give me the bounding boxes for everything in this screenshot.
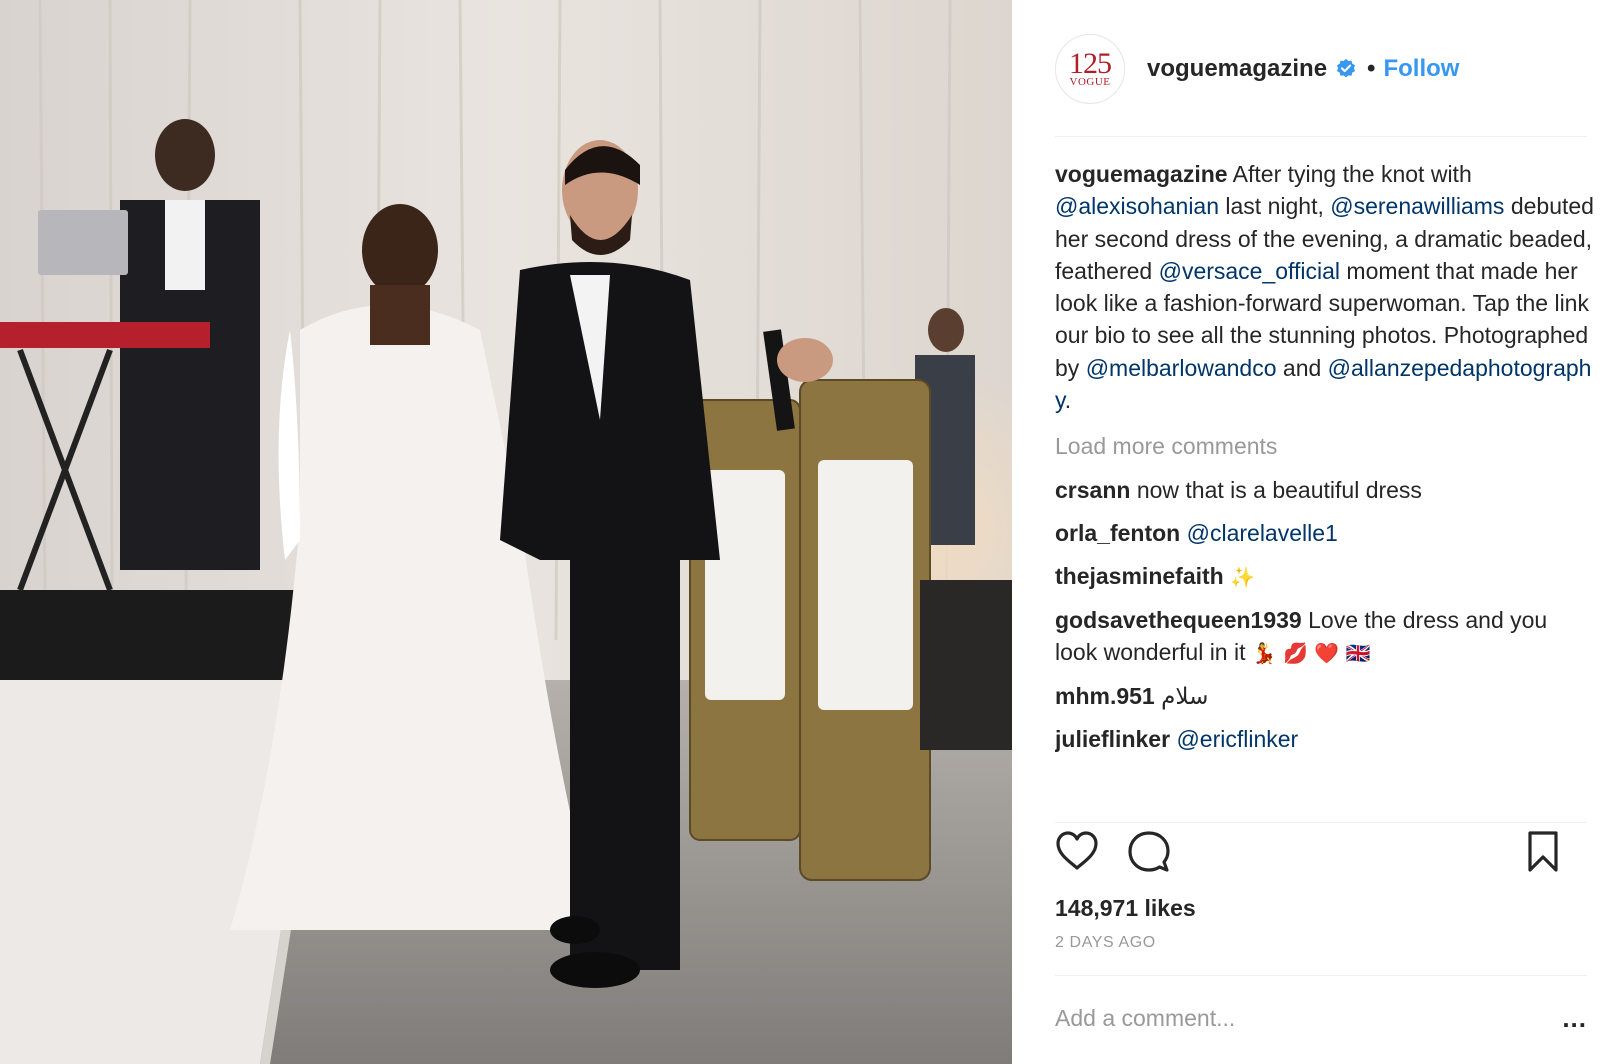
add-comment-bar: ... bbox=[1055, 992, 1587, 1044]
comment: mhm.951 سلام bbox=[1055, 680, 1595, 712]
more-options-button[interactable]: ... bbox=[1562, 1005, 1587, 1031]
action-bar bbox=[1055, 830, 1600, 876]
comment: orla_fenton @clarelavelle1 bbox=[1055, 517, 1595, 549]
load-more-comments-button[interactable]: Load more comments bbox=[1055, 430, 1595, 462]
comment-username[interactable]: crsann bbox=[1055, 477, 1130, 503]
comment-username[interactable]: orla_fenton bbox=[1055, 520, 1180, 546]
caption-text: and bbox=[1276, 354, 1328, 381]
caption-text: . bbox=[1064, 387, 1072, 414]
mention-link[interactable]: @ericflinker bbox=[1176, 726, 1298, 752]
comment-text: now that is a beautiful dress bbox=[1136, 477, 1422, 504]
post-sidebar: 125 VOGUE voguemagazine • Follow voguema… bbox=[1012, 0, 1600, 1064]
verified-badge-icon bbox=[1337, 58, 1356, 78]
mention-link[interactable]: @clarelavelle1 bbox=[1187, 520, 1338, 546]
add-comment-input[interactable] bbox=[1055, 1004, 1515, 1032]
header-separator: • bbox=[1367, 55, 1376, 82]
header-username[interactable]: voguemagazine bbox=[1147, 55, 1327, 83]
avatar[interactable]: 125 VOGUE bbox=[1055, 34, 1125, 104]
comments-section[interactable]: voguemagazine After tying the knot with … bbox=[1055, 158, 1595, 818]
wedding-photo-illustration bbox=[0, 0, 1012, 1064]
like-count[interactable]: 148,971 likes bbox=[1055, 895, 1196, 922]
mention-link[interactable]: @serenawilliams bbox=[1330, 193, 1504, 219]
mention-link[interactable]: @alexisohanian bbox=[1055, 193, 1219, 219]
mention-link[interactable]: @versace_official bbox=[1159, 258, 1340, 284]
heart-icon[interactable] bbox=[1055, 830, 1099, 872]
comment-username[interactable]: thejasminefaith bbox=[1055, 563, 1224, 589]
header-divider bbox=[1055, 136, 1587, 137]
avatar-number: 125 bbox=[1069, 46, 1112, 80]
comment-bubble-icon[interactable] bbox=[1127, 830, 1171, 874]
post-header: 125 VOGUE voguemagazine • Follow bbox=[1055, 34, 1595, 104]
post-timestamp[interactable]: 2 DAYS AGO bbox=[1055, 934, 1156, 952]
caption-text: last night, bbox=[1219, 193, 1331, 220]
mention-link[interactable]: @melbarlowandco bbox=[1086, 355, 1277, 381]
post-photo[interactable] bbox=[0, 0, 1012, 1064]
comment-text: سلام bbox=[1161, 683, 1209, 710]
follow-button[interactable]: Follow bbox=[1383, 55, 1459, 83]
post-caption: voguemagazine After tying the knot with … bbox=[1055, 158, 1595, 416]
comment-username[interactable]: godsavethequeen1939 bbox=[1055, 607, 1302, 633]
actions-divider bbox=[1055, 822, 1587, 823]
avatar-brand: VOGUE bbox=[1069, 75, 1111, 88]
comment: godsavethequeen1939 Love the dress and y… bbox=[1055, 604, 1595, 669]
comment-username[interactable]: mhm.951 bbox=[1055, 683, 1155, 709]
bookmark-icon[interactable] bbox=[1525, 830, 1561, 874]
comment: crsann now that is a beautiful dress bbox=[1055, 474, 1595, 506]
comment-emojis: 💃 💋 ❤️ 🇬🇧 bbox=[1251, 641, 1371, 666]
comment-input-divider bbox=[1055, 975, 1587, 976]
comment: julieflinker @ericflinker bbox=[1055, 723, 1595, 755]
comment-username[interactable]: julieflinker bbox=[1055, 726, 1170, 752]
sparkles-emoji: ✨ bbox=[1230, 565, 1256, 590]
caption-text: After tying the knot with bbox=[1227, 161, 1472, 187]
caption-username[interactable]: voguemagazine bbox=[1055, 161, 1228, 187]
comment: thejasminefaith ✨ bbox=[1055, 560, 1595, 593]
